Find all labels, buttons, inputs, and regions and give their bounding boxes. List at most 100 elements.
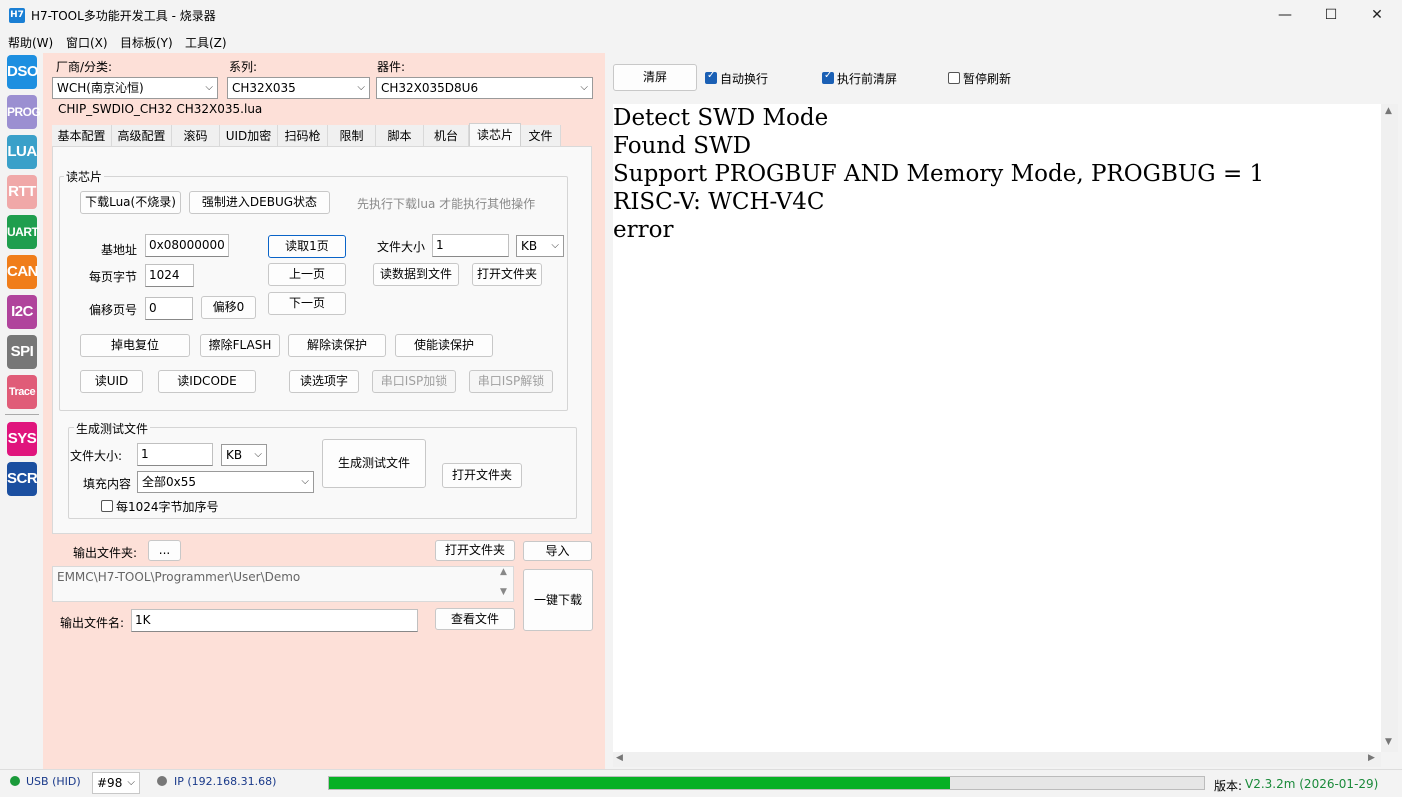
toolbar-divider — [5, 414, 39, 415]
tool-can-button[interactable]: CAN — [7, 255, 39, 289]
view-file-button[interactable]: 查看文件 — [435, 608, 515, 630]
ip-status-text: IP (192.168.31.68) — [174, 775, 277, 788]
tool-spi-button[interactable]: SPI — [7, 335, 37, 369]
tool-uart-button[interactable]: UART — [7, 215, 39, 249]
clear-screen-button[interactable]: 清屏 — [613, 64, 697, 91]
read-uid-button[interactable]: 读UID — [80, 370, 143, 393]
menu-window[interactable]: 窗口(X) — [66, 34, 108, 51]
offset-label: 偏移页号 — [89, 303, 138, 317]
tab-machine[interactable]: 机台 — [424, 125, 469, 147]
fill-content-select[interactable]: 全部0x55 ⌵ — [137, 471, 314, 493]
auto-wrap-checkbox[interactable] — [705, 70, 717, 84]
tool-scr-button[interactable]: SCR — [7, 462, 38, 496]
tab-limit[interactable]: 限制 — [328, 125, 376, 147]
read-idcode-button[interactable]: 读IDCODE — [158, 370, 256, 393]
output-filename-input[interactable]: 1K — [131, 609, 418, 632]
device-label: 器件: — [377, 60, 406, 74]
download-lua-button[interactable]: 下载Lua(不烧录) — [80, 191, 181, 214]
offset-zero-button[interactable]: 偏移0 — [201, 296, 256, 319]
test-size-unit-select[interactable]: KB ⌵ — [221, 444, 267, 466]
isp-lock-button[interactable]: 串口ISP加锁 — [372, 370, 456, 393]
usb-status-text: USB (HID) — [26, 775, 81, 788]
module-toolbar: DSO PROG LUA RTT UART CAN I2C SPI Trace … — [0, 53, 43, 769]
console-vertical-scrollbar[interactable]: ▲ ▼ — [1381, 104, 1398, 752]
file-size-input[interactable]: 1 — [432, 234, 509, 257]
scroll-up-icon[interactable]: ▲ — [1385, 106, 1392, 116]
file-size-unit-select[interactable]: KB ⌵ — [516, 235, 564, 257]
tool-i2c-button[interactable]: I2C — [7, 295, 37, 329]
menu-help[interactable]: 帮助(W) — [8, 34, 53, 51]
chevron-down-icon: ⌵ — [551, 240, 559, 251]
console-horizontal-scrollbar[interactable]: ◀ ▶ — [613, 752, 1381, 767]
next-page-button[interactable]: 下一页 — [268, 292, 346, 315]
tool-rtt-button[interactable]: RTT — [7, 175, 37, 209]
device-select[interactable]: CH32X035D8U6 ⌵ — [376, 77, 593, 99]
series-select[interactable]: CH32X035 ⌵ — [227, 77, 370, 99]
enable-read-protect-button[interactable]: 使能读保护 — [395, 334, 493, 357]
chevron-down-icon: ⌵ — [580, 82, 588, 93]
output-path-box[interactable]: EMMC\H7-TOOL\Programmer\User\Demo ▲ ▼ — [52, 566, 514, 602]
prev-page-button[interactable]: 上一页 — [268, 263, 346, 286]
auto-wrap-label: 自动换行 — [720, 72, 769, 86]
clear-before-run-checkbox[interactable] — [822, 70, 834, 84]
import-button[interactable]: 导入 — [523, 541, 592, 561]
seq-number-checkbox[interactable] — [101, 500, 113, 512]
base-addr-input[interactable]: 0x08000000 — [145, 234, 229, 257]
output-open-folder-button[interactable]: 打开文件夹 — [435, 540, 515, 561]
open-folder-button[interactable]: 打开文件夹 — [472, 263, 542, 286]
scroll-down-icon[interactable]: ▼ — [500, 587, 507, 597]
one-click-download-button[interactable]: 一键下载 — [523, 569, 593, 631]
vendor-value: WCH(南京沁恒) — [57, 81, 144, 95]
browse-folder-button[interactable]: ... — [148, 540, 181, 561]
version-label: 版本: — [1214, 779, 1243, 793]
tool-lua-button[interactable]: LUA — [7, 135, 37, 169]
page-bytes-input[interactable]: 1024 — [145, 264, 194, 287]
port-value: #98 — [97, 776, 123, 790]
tool-dso-button[interactable]: DSO — [7, 55, 39, 89]
read-page-button[interactable]: 读取1页 — [268, 235, 346, 258]
test-size-input[interactable]: 1 — [137, 443, 213, 466]
test-size-label: 文件大小: — [70, 449, 123, 463]
console-output[interactable]: Detect SWD Mode Found SWD Support PROGBU… — [613, 104, 1381, 752]
force-debug-button[interactable]: 强制进入DEBUG状态 — [189, 191, 330, 214]
unlock-read-protect-button[interactable]: 解除读保护 — [288, 334, 386, 357]
tool-prog-button[interactable]: PROG — [7, 95, 41, 129]
maximize-button[interactable]: ☐ — [1308, 0, 1354, 31]
tab-rolling-code[interactable]: 滚码 — [172, 125, 220, 147]
tab-scanner[interactable]: 扫码枪 — [278, 125, 328, 147]
clear-before-run-label: 执行前清屏 — [837, 72, 898, 86]
test-open-folder-button[interactable]: 打开文件夹 — [442, 463, 522, 488]
port-select[interactable]: #98 ⌵ — [92, 772, 140, 794]
power-reset-button[interactable]: 掉电复位 — [80, 334, 190, 357]
fill-content-label: 填充内容 — [83, 477, 132, 491]
scroll-left-icon[interactable]: ◀ — [616, 753, 623, 763]
tab-file[interactable]: 文件 — [521, 125, 561, 147]
isp-unlock-button[interactable]: 串口ISP解锁 — [469, 370, 553, 393]
config-tabs: 基本配置 高级配置 滚码 UID加密 扫码枪 限制 脚本 机台 读芯片 文件 — [52, 123, 592, 147]
minimize-button[interactable]: — — [1262, 0, 1308, 31]
read-to-file-button[interactable]: 读数据到文件 — [373, 263, 459, 286]
tab-advanced[interactable]: 高级配置 — [112, 125, 172, 147]
scroll-down-icon[interactable]: ▼ — [1385, 737, 1392, 747]
read-option-bytes-button[interactable]: 读选项字 — [289, 370, 359, 393]
app-icon: H7 — [9, 8, 25, 23]
tool-sys-button[interactable]: SYS — [7, 422, 37, 456]
test-size-unit-value: KB — [226, 448, 243, 462]
tool-trace-button[interactable]: Trace — [7, 375, 37, 409]
tab-read-chip[interactable]: 读芯片 — [469, 123, 521, 147]
generate-test-file-button[interactable]: 生成测试文件 — [322, 439, 426, 488]
menu-target-board[interactable]: 目标板(Y) — [120, 34, 173, 51]
scroll-up-icon[interactable]: ▲ — [500, 567, 507, 577]
offset-input[interactable]: 0 — [145, 297, 193, 320]
file-size-label: 文件大小 — [377, 240, 426, 254]
scroll-right-icon[interactable]: ▶ — [1368, 753, 1375, 763]
close-button[interactable]: ✕ — [1354, 0, 1400, 31]
series-label: 系列: — [229, 60, 258, 74]
menu-tools[interactable]: 工具(Z) — [185, 34, 227, 51]
pause-refresh-checkbox[interactable] — [948, 72, 960, 84]
erase-flash-button[interactable]: 擦除FLASH — [200, 334, 280, 357]
vendor-select[interactable]: WCH(南京沁恒) ⌵ — [52, 77, 218, 99]
tab-script[interactable]: 脚本 — [376, 125, 424, 147]
tab-basic[interactable]: 基本配置 — [52, 125, 112, 147]
tab-uid-encrypt[interactable]: UID加密 — [220, 125, 278, 147]
